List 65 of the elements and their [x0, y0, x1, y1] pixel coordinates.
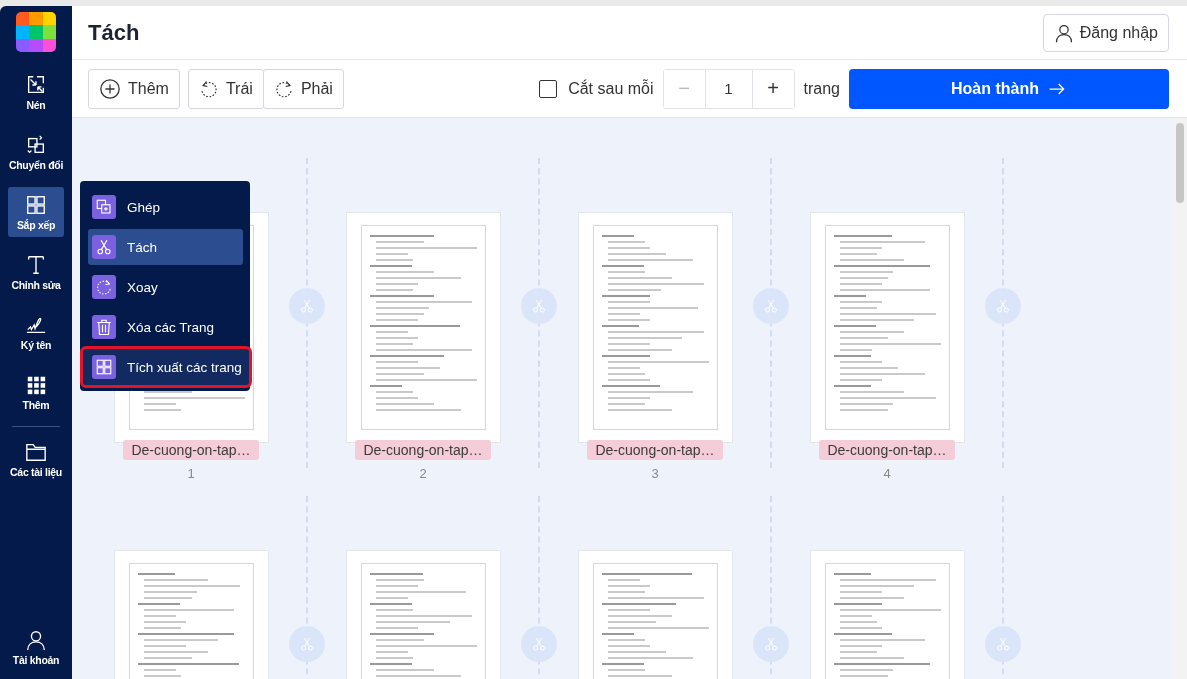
checkbox[interactable] — [539, 79, 558, 98]
page-thumbnail[interactable] — [577, 212, 733, 443]
sidebar-item[interactable]: Chỉnh sửa — [8, 247, 64, 297]
sidebar-item[interactable]: Chuyển đổi — [8, 127, 64, 177]
rotate-icon — [95, 278, 113, 296]
scissors-icon — [995, 298, 1011, 314]
sidebar-item[interactable]: Ký tên — [8, 307, 64, 357]
split-button[interactable] — [753, 288, 789, 324]
scissors-icon — [763, 298, 779, 314]
split-button[interactable] — [985, 288, 1021, 324]
scissors-icon — [299, 636, 315, 652]
page-thumbnail[interactable] — [345, 212, 501, 443]
scissors-icon — [531, 636, 547, 652]
text-icon — [25, 253, 47, 276]
file-name-label: De-cuong-on-tap… — [819, 440, 955, 460]
checkbox-label: Cắt sau mỗi — [568, 79, 654, 98]
menu-item[interactable]: Ghép — [88, 189, 243, 225]
sidebar-item[interactable]: Nén — [8, 67, 64, 117]
sidebar-item[interactable]: Sắp xếp — [8, 187, 64, 237]
sidebar-item[interactable]: Các tài liệu — [8, 434, 64, 484]
grid-icon — [25, 193, 47, 216]
split-button[interactable] — [521, 288, 557, 324]
account-button[interactable]: Tài khoản — [8, 622, 64, 672]
scissors-icon — [763, 636, 779, 652]
page-thumbnail[interactable] — [809, 212, 965, 443]
menu-item[interactable]: Xóa các Trang — [88, 309, 243, 345]
unit-label: trang — [803, 79, 840, 98]
compress-icon — [25, 73, 47, 96]
sidebar-item[interactable]: Thêm — [8, 367, 64, 417]
split-button[interactable] — [985, 626, 1021, 662]
scissors-icon — [95, 238, 113, 256]
scissors-icon — [531, 298, 547, 314]
menu-item[interactable]: Tách — [88, 229, 243, 265]
split-button[interactable] — [289, 288, 325, 324]
split-button[interactable] — [521, 626, 557, 662]
scissors-icon — [299, 298, 315, 314]
menu-item[interactable]: Xoay — [88, 269, 243, 305]
add-button[interactable]: Thêm — [88, 68, 180, 109]
login-button[interactable]: Đăng nhập — [1042, 13, 1169, 52]
split-button[interactable] — [753, 626, 789, 662]
page-number: 3 — [651, 466, 659, 481]
user-icon — [25, 628, 47, 651]
menu-item[interactable]: Tích xuất các trang — [83, 349, 249, 385]
page-count-field[interactable]: 1 — [704, 69, 753, 108]
page-title: Tách — [88, 19, 140, 46]
app-logo — [16, 12, 56, 52]
trash-icon — [95, 318, 113, 336]
page-number: 1 — [187, 466, 195, 481]
scissors-icon — [995, 636, 1011, 652]
merge-icon — [95, 198, 113, 216]
rotate-right-icon — [273, 78, 294, 99]
file-name-label: De-cuong-on-tap… — [355, 440, 491, 460]
convert-icon — [25, 133, 47, 156]
file-name-label: De-cuong-on-tap… — [587, 440, 723, 460]
rotate-left-button[interactable]: Trái — [187, 68, 264, 109]
user-icon — [1053, 22, 1074, 43]
plus-circle-icon — [99, 77, 121, 100]
page-number: 2 — [419, 466, 427, 481]
finish-button[interactable]: Hoàn thành — [849, 68, 1169, 109]
page-number: 4 — [883, 466, 891, 481]
grid-icon — [95, 358, 113, 376]
file-name-label: De-cuong-on-tap… — [123, 440, 259, 460]
scrollbar[interactable] — [1172, 118, 1187, 679]
rotate-right-button[interactable]: Phải — [262, 68, 344, 109]
split-button[interactable] — [289, 626, 325, 662]
